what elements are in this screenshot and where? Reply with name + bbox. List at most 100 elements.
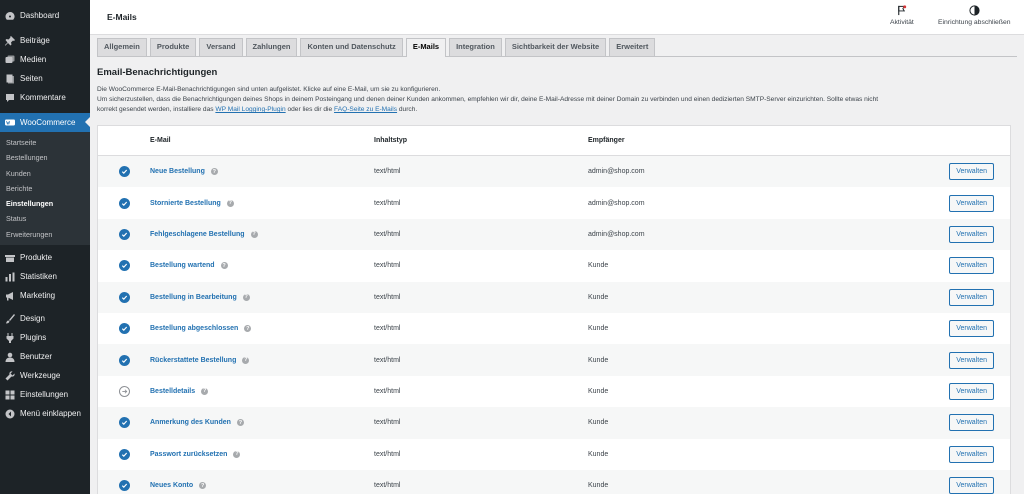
table-header: E-Mail Inhaltstyp Empfänger — [98, 126, 1010, 156]
wrench-icon — [5, 370, 15, 381]
woo-icon — [5, 118, 15, 128]
submenu-item[interactable]: Berichte — [0, 181, 90, 196]
email-name-link[interactable]: Bestellung wartend — [150, 262, 215, 269]
manage-button[interactable]: Verwalten — [949, 225, 994, 243]
manage-button[interactable]: Verwalten — [949, 445, 994, 463]
recipient: Kunde — [588, 325, 609, 333]
email-name-link[interactable]: Stornierte Bestellung — [150, 200, 221, 207]
sidebar-item-design[interactable]: Design — [0, 309, 90, 328]
sidebar-item-plugins[interactable]: Plugins — [0, 328, 90, 347]
submenu-item[interactable]: Einstellungen — [0, 196, 90, 211]
manage-button[interactable]: Verwalten — [949, 414, 994, 432]
submenu-item[interactable]: Bestellungen — [0, 150, 90, 165]
table-row: Bestellung in Bearbeitung? text/html Kun… — [98, 281, 1010, 313]
sidebar-item-medien[interactable]: Medien — [0, 50, 90, 69]
tab-versand[interactable]: Versand — [199, 38, 243, 56]
sidebar-item-werkzeuge[interactable]: Werkzeuge — [0, 366, 90, 385]
submenu-item[interactable]: Erweiterungen — [0, 227, 90, 242]
sidebar-item-dashboard[interactable]: Dashboard — [0, 6, 90, 25]
tab-konten-und-datenschutz[interactable]: Konten und Datenschutz — [300, 38, 403, 56]
help-icon[interactable]: ? — [220, 262, 228, 270]
settings-content: Allgemein Produkte Versand Zahlungen Konten … — [97, 38, 1017, 494]
email-name-link[interactable]: Bestellung in Bearbeitung — [150, 294, 237, 301]
col-email: E-Mail — [150, 137, 171, 144]
content-type: text/html — [374, 262, 401, 270]
help-icon[interactable]: ? — [233, 450, 241, 458]
recipient: admin@shop.com — [588, 168, 645, 176]
email-name-link[interactable]: Passwort zurücksetzen — [150, 451, 227, 458]
help-icon[interactable]: ? — [250, 230, 258, 238]
recipient: admin@shop.com — [588, 199, 645, 207]
help-icon[interactable]: ? — [242, 293, 250, 301]
content-type: text/html — [374, 356, 401, 364]
manage-button[interactable]: Verwalten — [949, 288, 994, 306]
description-line-3: korrekt gesendet werden, installiere das… — [97, 105, 1012, 115]
manage-button[interactable]: Verwalten — [949, 163, 994, 181]
submenu-item[interactable]: Status — [0, 211, 90, 226]
activity-label: Aktivität — [890, 19, 914, 26]
help-icon[interactable]: ? — [236, 419, 244, 427]
email-name-link[interactable]: Bestellung abgeschlossen — [150, 325, 238, 332]
help-icon[interactable]: ? — [242, 356, 250, 364]
email-name-link[interactable]: Rückerstattete Bestellung — [150, 357, 236, 364]
megaphone-icon — [5, 291, 15, 301]
tab-integration[interactable]: Integration — [449, 38, 502, 56]
sidebar-item-woocommerce[interactable]: WooCommerce — [0, 113, 90, 132]
faq-emails-link[interactable]: FAQ-Seite zu E-Mails — [334, 106, 397, 113]
tab-allgemein[interactable]: Allgemein — [97, 38, 147, 56]
enabled-check-icon — [118, 197, 130, 209]
manage-button[interactable]: Verwalten — [949, 351, 994, 369]
email-name-link[interactable]: Anmerkung des Kunden — [150, 419, 231, 426]
description-text: durch. — [397, 106, 418, 113]
recipient: Kunde — [588, 419, 609, 427]
tab-zahlungen[interactable]: Zahlungen — [245, 38, 298, 56]
help-icon[interactable]: ? — [201, 387, 209, 395]
tab-e-mails[interactable]: E-Mails — [405, 38, 447, 57]
help-icon[interactable]: ? — [226, 199, 234, 207]
email-name-link[interactable]: Fehlgeschlagene Bestellung — [150, 231, 245, 238]
tab-sichtbarkeit-der-website[interactable]: Sichtbarkeit der Website — [504, 38, 607, 56]
page-title: E-Mails — [107, 12, 137, 22]
activity-button[interactable]: Aktivität — [890, 5, 914, 26]
pages-icon — [5, 74, 15, 84]
wp-mail-logging-link[interactable]: WP Mail Logging-Plugin — [215, 106, 285, 113]
sidebar-item-benutzer[interactable]: Benutzer — [0, 347, 90, 366]
enabled-check-icon — [118, 291, 130, 303]
sidebar-item-label: Werkzeuge — [20, 371, 61, 381]
sidebar-item-label: Statistiken — [20, 272, 57, 282]
email-name-link[interactable]: Bestelldetails — [150, 388, 195, 395]
email-name-link[interactable]: Neues Konto — [150, 482, 193, 489]
tab-erweitert[interactable]: Erweitert — [609, 38, 656, 56]
collapse-icon — [5, 409, 15, 419]
sidebar-item-einstellungen[interactable]: Einstellungen — [0, 385, 90, 404]
description-line-2: Um sicherzustellen, dass die Benachricht… — [97, 96, 879, 103]
submenu-item[interactable]: Kunden — [0, 166, 90, 181]
setup-button[interactable]: Einrichtung abschließen — [938, 5, 1011, 26]
sidebar-item-menü-einklappen[interactable]: Menü einklappen — [0, 404, 90, 423]
help-icon[interactable]: ? — [244, 325, 252, 333]
manage-button[interactable]: Verwalten — [949, 257, 994, 275]
sidebar-item-seiten[interactable]: Seiten — [0, 69, 90, 88]
manage-button[interactable]: Verwalten — [949, 320, 994, 338]
sidebar-item-kommentare[interactable]: Kommentare — [0, 88, 90, 107]
content-type: text/html — [374, 419, 401, 427]
sidebar-item-beiträge[interactable]: Beiträge — [0, 31, 90, 50]
email-name-link[interactable]: Neue Bestellung — [150, 168, 205, 175]
help-icon[interactable]: ? — [199, 482, 207, 490]
recipient: Kunde — [588, 293, 609, 301]
tab-produkte[interactable]: Produkte — [149, 38, 197, 56]
section-title: Email-Benachrichtigungen — [97, 67, 218, 78]
section-description: Die WooCommerce E-Mail-Benachrichtigunge… — [97, 85, 1012, 115]
box-icon — [5, 253, 15, 263]
help-icon[interactable]: ? — [210, 168, 218, 176]
sidebar-item-marketing[interactable]: Marketing — [0, 286, 90, 305]
manage-button[interactable]: Verwalten — [949, 194, 994, 212]
email-table: E-Mail Inhaltstyp Empfänger Neue Bestell… — [97, 125, 1011, 494]
sidebar-item-label: Beiträge — [20, 36, 50, 45]
sidebar-item-statistiken[interactable]: Statistiken — [0, 267, 90, 286]
sidebar-item-produkte[interactable]: Produkte — [0, 248, 90, 267]
manage-button[interactable]: Verwalten — [949, 477, 994, 494]
sidebar-item-label: Einstellungen — [20, 390, 69, 400]
submenu-item[interactable]: Startseite — [0, 135, 90, 150]
manage-button[interactable]: Verwalten — [949, 382, 994, 400]
